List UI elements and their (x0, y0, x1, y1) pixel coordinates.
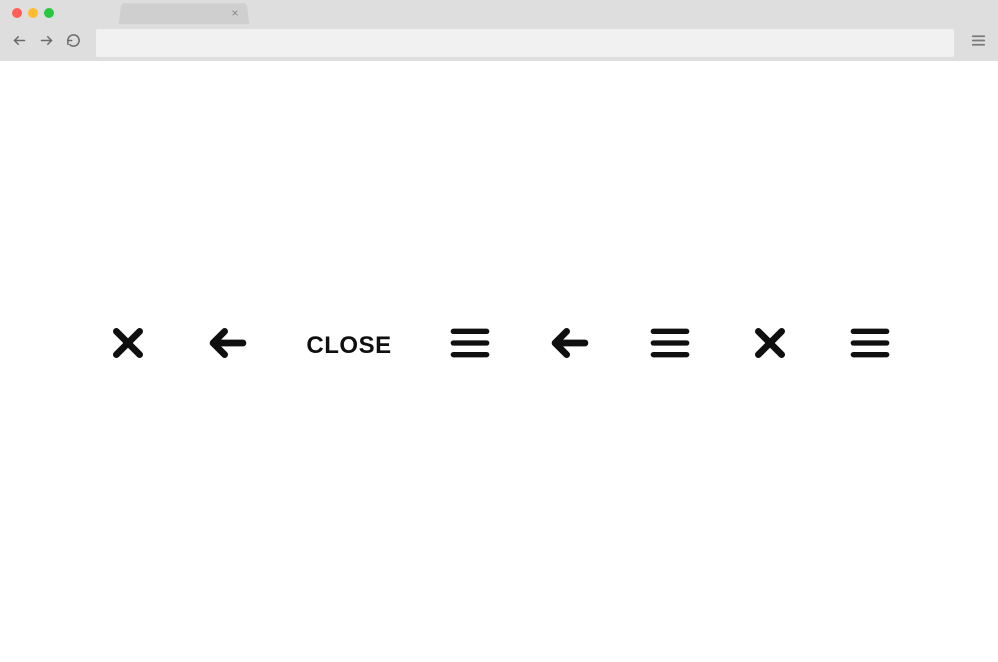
browser-menu-button[interactable] (968, 33, 988, 53)
hamburger-menu-icon (850, 323, 890, 368)
close-text-button[interactable]: CLOSE (306, 324, 391, 368)
tab-close-button[interactable]: × (228, 7, 241, 19)
close-x-button-2[interactable] (748, 324, 792, 368)
close-label: CLOSE (306, 332, 391, 360)
browser-reload-button[interactable] (64, 34, 82, 52)
address-bar[interactable] (96, 29, 954, 57)
hamburger-button-2[interactable] (648, 324, 692, 368)
reload-icon (66, 33, 81, 53)
hamburger-button-3[interactable] (848, 324, 892, 368)
close-x-button-1[interactable] (106, 324, 150, 368)
icon-row: CLOSE (106, 324, 891, 368)
hamburger-menu-icon (650, 323, 690, 368)
browser-forward-button[interactable] (37, 34, 55, 52)
arrow-left-icon (550, 323, 590, 368)
hamburger-menu-icon (970, 32, 987, 54)
hamburger-menu-icon (450, 323, 490, 368)
back-arrow-button-2[interactable] (548, 324, 592, 368)
browser-toolbar (0, 24, 998, 61)
page-content: CLOSE (0, 61, 998, 662)
browser-back-button[interactable] (10, 34, 28, 52)
traffic-lights (12, 8, 54, 18)
close-icon (108, 323, 148, 368)
arrow-right-icon (39, 33, 54, 53)
window-minimize-button[interactable] (28, 8, 38, 18)
back-arrow-button-1[interactable] (206, 324, 250, 368)
tab-strip: × (0, 0, 998, 24)
arrow-left-icon (208, 323, 248, 368)
browser-tab[interactable]: × (119, 3, 249, 24)
hamburger-button-1[interactable] (448, 324, 492, 368)
window-close-button[interactable] (12, 8, 22, 18)
close-icon (750, 323, 790, 368)
window-maximize-button[interactable] (44, 8, 54, 18)
arrow-left-icon (12, 33, 27, 53)
browser-chrome: × (0, 0, 998, 61)
